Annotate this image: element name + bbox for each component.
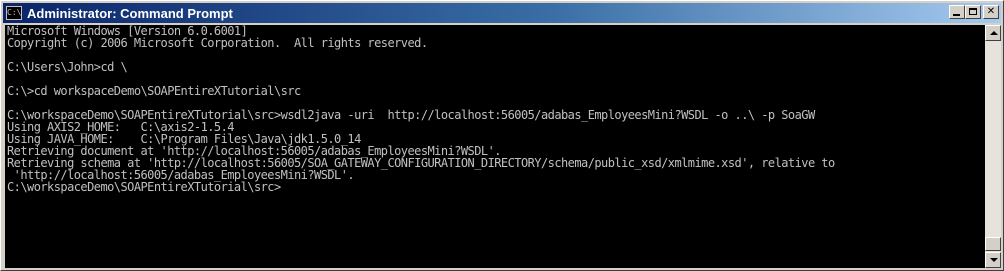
window-title: Administrator: Command Prompt xyxy=(27,5,233,21)
console-output[interactable]: Microsoft Windows [Version 6.0.6001] Cop… xyxy=(5,25,985,268)
command-prompt-icon[interactable]: C:\ xyxy=(6,6,22,20)
vertical-scrollbar[interactable] xyxy=(985,25,1001,268)
maximize-button[interactable] xyxy=(965,5,981,19)
command-prompt-window: C:\ Administrator: Command Prompt ✕ Micr… xyxy=(0,0,1004,271)
window-controls: ✕ xyxy=(949,5,999,19)
console-line: Copyright (c) 2006 Microsoft Corporation… xyxy=(7,36,428,50)
console-line xyxy=(5,49,985,61)
console-line: C:\>cd workspaceDemo\SOAPEntireXTutorial… xyxy=(7,84,301,98)
scroll-up-button[interactable] xyxy=(985,25,1001,41)
close-button[interactable]: ✕ xyxy=(983,5,999,19)
console-prompt-line[interactable]: C:\workspaceDemo\SOAPEntireXTutorial\src… xyxy=(5,181,985,193)
title-bar[interactable]: C:\ Administrator: Command Prompt ✕ xyxy=(3,3,1001,23)
minimize-button[interactable] xyxy=(949,5,965,19)
console-line: C:\Users\John>cd \ xyxy=(7,60,128,74)
minimize-icon xyxy=(953,14,960,16)
scroll-thumb[interactable] xyxy=(985,237,1001,251)
scroll-down-button[interactable] xyxy=(985,252,1001,268)
close-icon: ✕ xyxy=(986,6,996,17)
maximize-icon xyxy=(969,8,977,15)
